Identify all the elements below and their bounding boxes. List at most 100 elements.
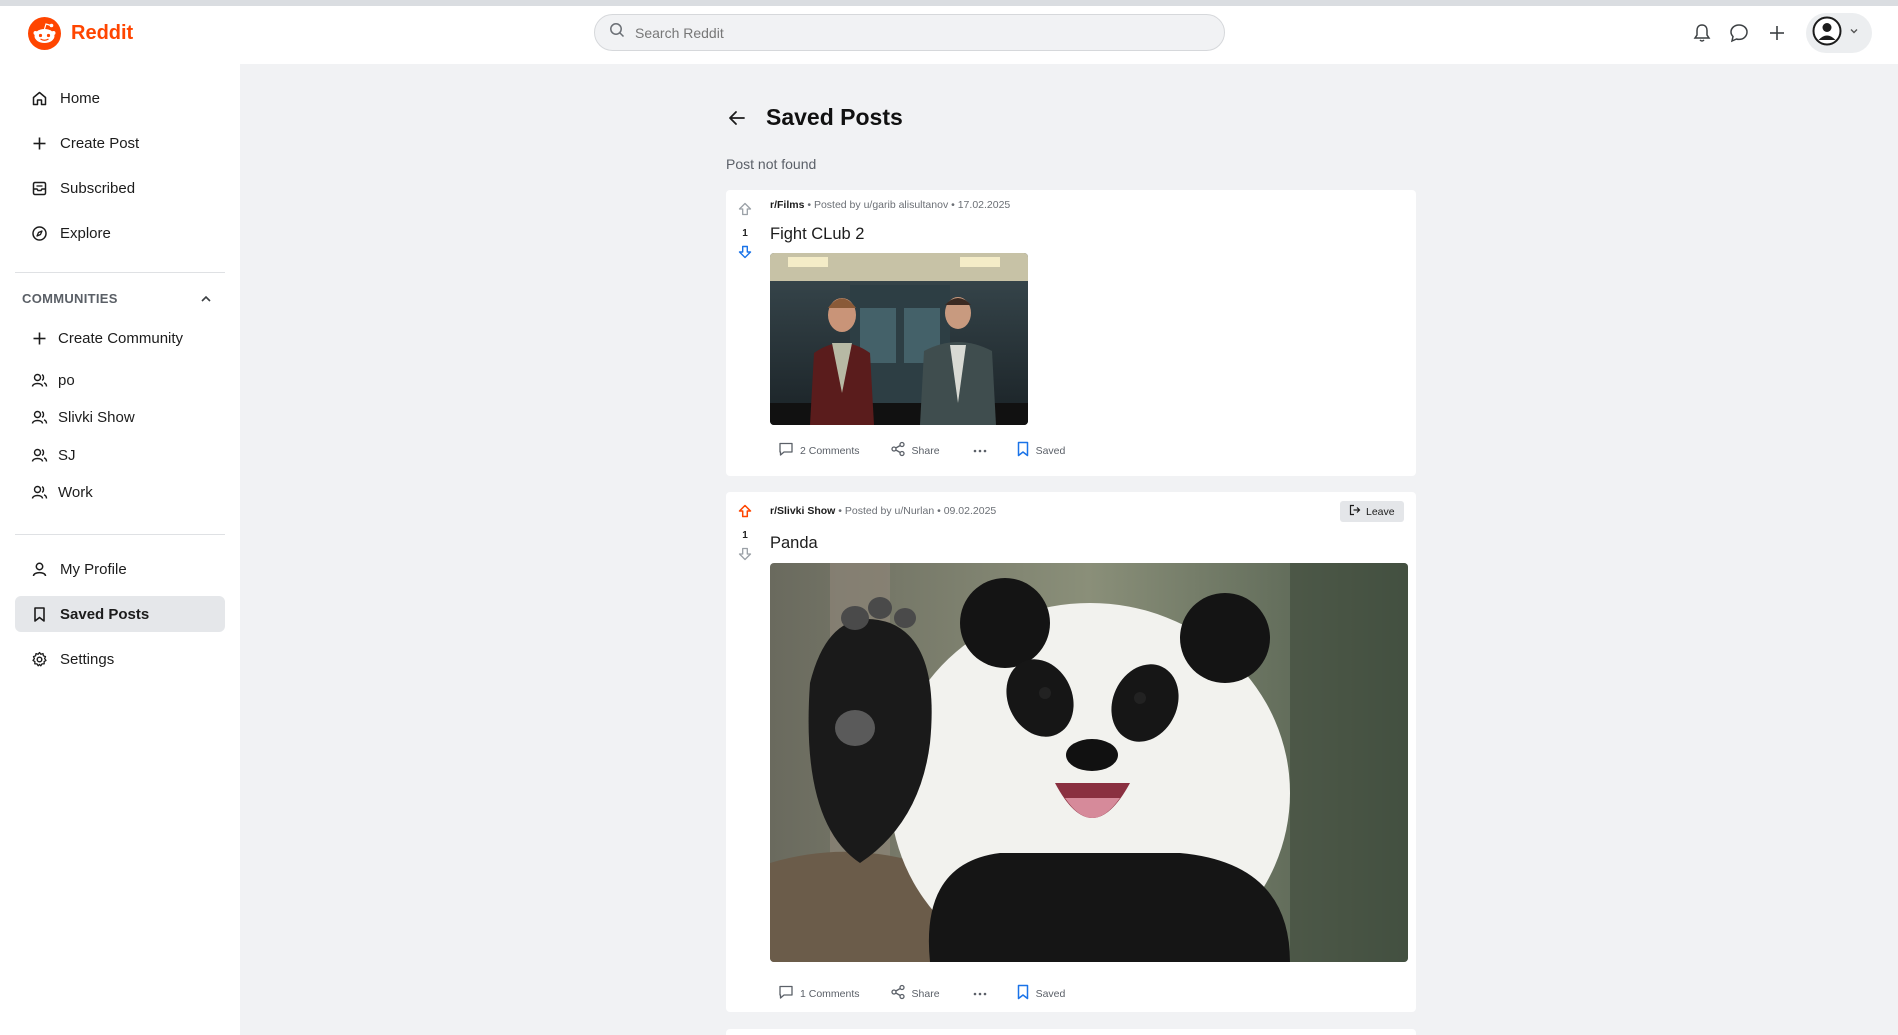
sidebar-item-settings[interactable]: Settings xyxy=(15,641,225,677)
chevron-down-icon xyxy=(1848,24,1860,42)
sidebar-item-home[interactable]: Home xyxy=(15,80,225,116)
search-bar[interactable] xyxy=(594,14,1225,51)
leave-icon xyxy=(1349,504,1361,519)
comments-button[interactable]: 1 Comments xyxy=(778,984,860,1003)
post-title[interactable]: Fight CLub 2 xyxy=(770,225,864,244)
app-name: Reddit xyxy=(71,22,134,44)
comments-label: 1 Comments xyxy=(800,987,860,1000)
users-icon xyxy=(30,371,48,389)
left-sidebar: Home Create Post Subscribed Explore COMM… xyxy=(0,64,240,1035)
sidebar-item-community-slivki-show[interactable]: Slivki Show xyxy=(15,399,225,435)
post-date: 17.02.2025 xyxy=(957,199,1011,211)
sidebar-item-label: Subscribed xyxy=(60,179,136,197)
post-meta: r/Slivki Show • Posted by u/Nurlan • 09.… xyxy=(770,505,997,517)
post-card[interactable]: 1 r/Slivki Show • Posted by u/Nurlan • 0… xyxy=(726,492,1416,1012)
share-button[interactable]: Share xyxy=(890,984,940,1003)
sidebar-item-create-community[interactable]: Create Community xyxy=(15,320,225,356)
plus-icon xyxy=(30,134,48,152)
saved-label: Saved xyxy=(1035,444,1066,457)
sidebar-item-label: Home xyxy=(60,89,101,107)
sidebar-divider xyxy=(15,534,225,535)
more-options-icon[interactable] xyxy=(972,443,988,459)
sidebar-item-label: Slivki Show xyxy=(58,408,135,426)
sidebar-item-subscribed[interactable]: Subscribed xyxy=(15,170,225,206)
sidebar-item-label: Create Community xyxy=(58,329,184,347)
sidebar-item-explore[interactable]: Explore xyxy=(15,215,225,251)
post-title[interactable]: Panda xyxy=(770,534,818,553)
page-title: Saved Posts xyxy=(766,104,903,130)
more-options-icon[interactable] xyxy=(972,986,988,1002)
bookmark-icon xyxy=(30,605,48,623)
sidebar-item-create-post[interactable]: Create Post xyxy=(15,125,225,161)
post-author[interactable]: Posted by u/garib alisultanov xyxy=(814,199,948,211)
upvote-arrow-icon[interactable] xyxy=(738,202,752,221)
comment-icon xyxy=(778,984,794,1003)
status-message: Post not found xyxy=(726,156,817,172)
search-input[interactable] xyxy=(635,24,1195,41)
bookmark-icon xyxy=(1016,984,1030,1003)
back-arrow-icon[interactable] xyxy=(726,107,748,129)
share-label: Share xyxy=(911,444,940,457)
leave-label: Leave xyxy=(1366,505,1395,518)
sidebar-item-label: Settings xyxy=(60,650,115,668)
comment-icon xyxy=(778,441,794,460)
reddit-logo-icon xyxy=(28,17,61,50)
vote-count: 1 xyxy=(742,228,748,239)
leave-community-button[interactable]: Leave xyxy=(1340,501,1404,522)
share-icon xyxy=(890,984,906,1003)
share-label: Share xyxy=(911,987,940,1000)
sidebar-item-community-work[interactable]: Work xyxy=(15,474,225,510)
saved-label: Saved xyxy=(1035,987,1066,1000)
saved-button[interactable]: Saved xyxy=(1016,984,1066,1003)
sidebar-item-label: po xyxy=(58,371,75,389)
users-icon xyxy=(30,483,48,501)
vote-widget: 1 xyxy=(734,202,756,264)
sidebar-item-community-sj[interactable]: SJ xyxy=(15,437,225,473)
users-icon xyxy=(30,408,48,426)
post-meta: r/Films • Posted by u/garib alisultanov … xyxy=(770,199,1011,211)
bell-icon[interactable] xyxy=(1689,20,1715,46)
subreddit-link[interactable]: r/Films xyxy=(770,199,804,211)
share-icon xyxy=(890,441,906,460)
avatar-icon xyxy=(1812,16,1842,51)
sidebar-item-saved-posts[interactable]: Saved Posts xyxy=(15,596,225,632)
reddit-logo-link[interactable]: Reddit xyxy=(28,17,133,50)
chat-icon[interactable] xyxy=(1726,20,1752,46)
user-icon xyxy=(30,560,48,578)
sidebar-item-my-profile[interactable]: My Profile xyxy=(15,551,225,587)
saved-button[interactable]: Saved xyxy=(1016,441,1066,460)
comments-button[interactable]: 2 Comments xyxy=(778,441,860,460)
gear-icon xyxy=(30,650,48,668)
post-actions: 1 Comments Share Saved xyxy=(778,984,1065,1003)
share-button[interactable]: Share xyxy=(890,441,940,460)
sidebar-item-community-po[interactable]: po xyxy=(15,362,225,398)
compass-icon xyxy=(30,224,48,242)
profile-menu-button[interactable] xyxy=(1806,13,1872,53)
bookmark-icon xyxy=(1016,441,1030,460)
vote-count: 1 xyxy=(742,530,748,541)
sidebar-divider xyxy=(15,272,225,273)
post-card[interactable]: 1 r/Films • Posted by u/garib alisultano… xyxy=(726,190,1416,476)
sidebar-item-label: Explore xyxy=(60,224,111,242)
plus-icon xyxy=(30,329,48,347)
post-date: 09.02.2025 xyxy=(943,505,997,517)
post-author[interactable]: Posted by u/Nurlan xyxy=(845,505,934,517)
subreddit-link[interactable]: r/Slivki Show xyxy=(770,505,835,517)
post-image[interactable] xyxy=(770,253,1028,425)
vote-widget: 1 xyxy=(734,504,756,566)
post-card-partial xyxy=(726,1029,1416,1035)
sidebar-item-label: Saved Posts xyxy=(60,605,150,623)
sidebar-item-label: SJ xyxy=(58,446,76,464)
upvote-arrow-icon[interactable] xyxy=(738,504,752,523)
sidebar-item-label: My Profile xyxy=(60,560,127,578)
post-image[interactable] xyxy=(770,563,1408,962)
downvote-arrow-icon[interactable] xyxy=(738,547,752,566)
create-plus-icon[interactable] xyxy=(1764,20,1790,46)
downvote-arrow-icon[interactable] xyxy=(738,245,752,264)
page-header: Saved Posts xyxy=(726,104,903,131)
chevron-up-icon[interactable] xyxy=(198,291,214,307)
comments-label: 2 Comments xyxy=(800,444,860,457)
post-actions: 2 Comments Share Saved xyxy=(778,441,1065,460)
home-icon xyxy=(30,89,48,107)
top-header: Reddit xyxy=(0,6,1898,64)
